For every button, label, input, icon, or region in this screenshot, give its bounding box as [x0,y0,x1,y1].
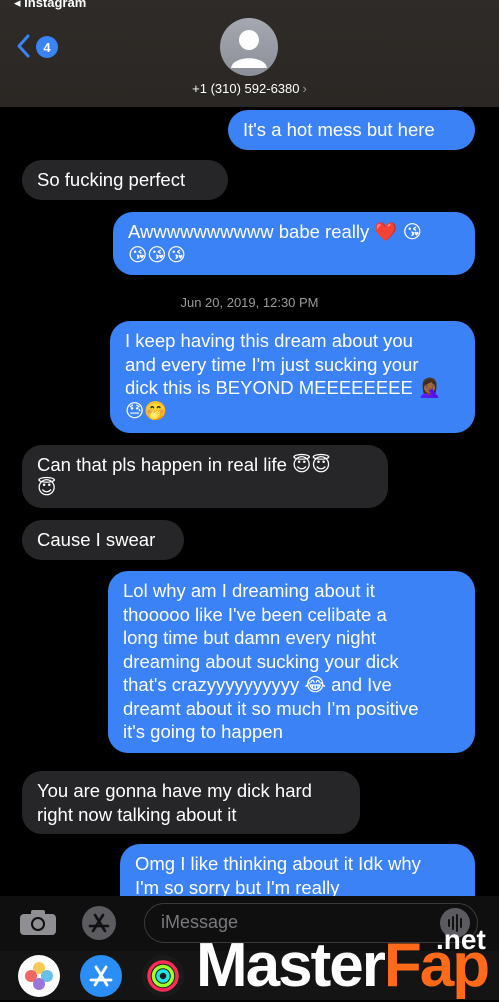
message-line: Can that pls happen in real life 😇😇 [37,454,331,475]
activity-rings-icon [147,960,179,992]
message-line: and every time I'm just sucking your [125,353,419,375]
contact-name[interactable]: +1 (310) 592-6380 › [0,81,499,96]
message-line: thooooo like I've been celibate a [123,603,387,625]
app-store-app-icon[interactable] [80,955,122,997]
message-line: 😘😘😘 [128,244,186,266]
chevron-right-icon: › [302,81,307,96]
message-line: it's going to happen [123,721,283,742]
message-line: dreaming about sucking your dick [123,650,399,672]
message-line: dick this is BEYOND MEEEEEEEE 🤦🏾‍♀️ [125,377,442,398]
activity-app-icon[interactable] [142,955,184,997]
message-line: Awwwwwwwwww babe really ❤️ 😘 [128,221,422,242]
message-bubble-received[interactable]: So fucking perfect [22,160,228,200]
message-bubble-sent[interactable]: Omg I like thinking about it Idk why I'm… [120,844,475,904]
message-bubble-sent[interactable]: It's a hot mess but here [228,110,475,150]
message-bubble-received[interactable]: Cause I swear [22,520,184,560]
watermark-suffix: .net [436,924,486,955]
message-line: that's crazyyyyyyyyyy 😂 and Ive [123,674,392,695]
message-line: Lol why am I dreaming about it [123,580,375,601]
message-line: You are gonna have my dick hard [37,780,312,801]
camera-icon[interactable] [18,907,58,937]
message-bubble-sent[interactable]: I keep having this dream about you and e… [110,321,475,433]
back-chevron-icon[interactable] [16,34,30,58]
message-bubble-sent[interactable]: Lol why am I dreaming about it thooooo l… [108,571,475,753]
app-store-icon [88,913,110,933]
unread-count-badge[interactable]: 4 [36,36,58,58]
app-store-icon [89,965,113,987]
message-bubble-received[interactable]: Can that pls happen in real life 😇😇 😇 [22,445,388,508]
conversation-header: ◂ Instagram 4 +1 (310) 592-6380 › [0,0,499,107]
message-line: I keep having this dream about you [125,330,413,351]
photos-app-icon[interactable] [18,955,60,997]
message-bubble-sent[interactable]: Awwwwwwwwww babe really ❤️ 😘 😘😘😘 [113,212,475,275]
photos-icon [25,962,53,990]
message-line: 😓🤭 [125,400,168,422]
watermark-brand-left: Master [196,931,386,1000]
back-to-app-link[interactable]: ◂ Instagram [14,0,86,11]
message-line: dreamt about it so much I'm positive [123,697,419,719]
message-line: 😇 [37,477,57,499]
message-text: Cause I swear [37,529,156,550]
message-line: Omg I like thinking about it Idk why [135,853,421,874]
message-text: It's a hot mess but here [243,119,435,140]
message-line: right now talking about it [37,803,237,825]
app-store-button[interactable] [82,906,116,940]
message-bubble-received[interactable]: You are gonna have my dick hard right no… [22,771,360,834]
message-timestamp: Jun 20, 2019, 12:30 PM [180,295,319,310]
message-text: So fucking perfect [37,169,186,190]
contact-number: +1 (310) 592-6380 [192,81,300,96]
message-line: long time but damn every night [123,627,376,648]
contact-avatar[interactable] [220,18,278,76]
watermark-logo: MasterFap .net [196,924,490,1001]
person-icon [231,30,267,68]
